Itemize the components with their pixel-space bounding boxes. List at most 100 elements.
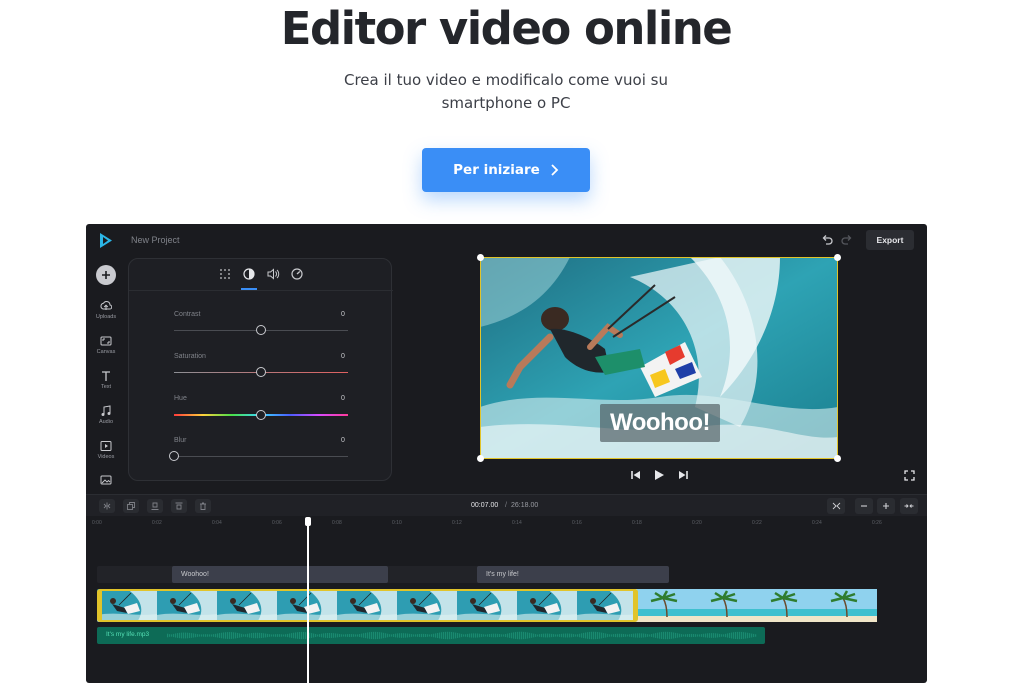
subtitle-line-1: Crea il tuo video e modificalo come vuoi… [343, 71, 668, 89]
contrast-slider-knob[interactable] [256, 325, 266, 335]
saturation-slider-knob[interactable] [256, 367, 266, 377]
time-separator: / [505, 502, 507, 509]
tab-color-adjust[interactable] [242, 267, 256, 281]
ruler-tick-label: 0:14 [512, 520, 522, 526]
timeline-ruler[interactable]: 0:00 0:02 0:04 0:06 0:08 0:10 0:12 0:14 0:16 0:18… [86, 516, 927, 530]
grid-icon [220, 269, 230, 279]
project-name[interactable]: New Project [131, 235, 180, 245]
ruler-tick-label: 0:06 [272, 520, 282, 526]
selected-video-clip[interactable] [97, 589, 638, 622]
zoom-out-button[interactable] [855, 498, 873, 514]
speed-icon [291, 268, 303, 280]
image-icon [100, 475, 112, 485]
ruler-tick-label: 0:08 [332, 520, 342, 526]
resize-handle-bottom-left[interactable] [477, 455, 484, 462]
adjust-panel: Contrast 0 Saturation 0 Hue 0 Blur 0 [128, 258, 393, 481]
ruler-tick-label: 0:00 [92, 520, 102, 526]
video-editor-preview: New Project Export Uploads Canvas Text A… [86, 224, 927, 683]
minus-icon [861, 505, 867, 507]
sidebar-item-label: Uploads [95, 314, 117, 320]
page-title: Editor video online [280, 2, 733, 55]
resize-handle-bottom-right[interactable] [834, 455, 841, 462]
preview-caption[interactable]: Woohoo! [600, 404, 720, 442]
hue-value: 0 [341, 395, 345, 402]
ruler-tick-label: 0:10 [392, 520, 402, 526]
contrast-value: 0 [341, 311, 345, 318]
collapse-icon [904, 504, 914, 508]
panel-tabs [129, 259, 393, 291]
chevron-right-icon [551, 164, 559, 176]
blur-slider[interactable] [174, 456, 348, 457]
fit-timeline-button[interactable] [827, 498, 845, 514]
get-started-label: Per iniziare [453, 162, 540, 178]
tab-speed[interactable] [290, 267, 304, 281]
collapse-timeline-button[interactable] [900, 498, 918, 514]
skip-back-icon[interactable] [630, 469, 642, 481]
video-icon [100, 441, 112, 451]
playhead-handle[interactable] [305, 517, 311, 526]
resize-handle-top-right[interactable] [834, 254, 841, 261]
resize-handle-top-left[interactable] [477, 254, 484, 261]
timeline-toolbar: 00:07.00 / 26:18.00 [86, 494, 927, 516]
active-tab-indicator [241, 288, 257, 290]
playhead[interactable] [307, 517, 309, 683]
play-icon[interactable] [653, 469, 665, 481]
redo-icon[interactable] [841, 234, 853, 246]
plus-icon [883, 503, 889, 509]
ruler-tick-label: 0:16 [572, 520, 582, 526]
ruler-tick-label: 0:22 [752, 520, 762, 526]
tab-grid[interactable] [218, 267, 232, 281]
audio-waveform [167, 631, 757, 640]
layer-icon [175, 502, 183, 510]
app-logo-icon [100, 233, 112, 248]
ruler-tick-label: 0:26 [872, 520, 882, 526]
tab-volume[interactable] [266, 267, 280, 281]
skip-forward-icon[interactable] [677, 469, 689, 481]
contrast-icon [243, 268, 255, 280]
duplicate-button[interactable] [123, 499, 139, 513]
beach-thumbnail [697, 589, 757, 622]
editor-topbar: New Project Export [86, 224, 927, 256]
split-icon [103, 502, 111, 510]
text-clip-woohoo[interactable]: Woohoo! [172, 566, 388, 583]
undo-icon[interactable] [821, 234, 833, 246]
blur-slider-knob[interactable] [169, 451, 179, 461]
layer-button[interactable] [171, 499, 187, 513]
ruler-tick-label: 0:04 [212, 520, 222, 526]
text-icon [102, 371, 110, 381]
fullscreen-icon[interactable] [904, 470, 915, 481]
audio-clip-name: It's my life.mp3 [106, 631, 150, 638]
hue-slider-knob[interactable] [256, 410, 266, 420]
duplicate-icon [127, 502, 135, 510]
sidebar-item-label: Canvas [96, 349, 116, 355]
text-clip-its-my-life[interactable]: It's my life! [477, 566, 669, 583]
trash-icon [200, 502, 206, 510]
sidebar-item-images[interactable] [86, 474, 126, 486]
delete-button[interactable] [195, 499, 211, 513]
ruler-tick-label: 0:20 [692, 520, 702, 526]
blur-value: 0 [341, 437, 345, 444]
sidebar-item-audio[interactable]: Audio [86, 405, 126, 425]
align-button[interactable] [147, 499, 163, 513]
canvas-icon [100, 336, 112, 346]
sidebar-item-videos[interactable]: Videos [86, 440, 126, 460]
contrast-label: Contrast [174, 311, 201, 318]
editor-sidebar: Uploads Canvas Text Audio Videos [86, 260, 126, 490]
video-track[interactable] [97, 589, 881, 622]
hue-label: Hue [174, 395, 187, 402]
zoom-in-button[interactable] [877, 498, 895, 514]
saturation-value: 0 [341, 353, 345, 360]
align-icon [151, 502, 159, 510]
get-started-button[interactable]: Per iniziare [422, 148, 590, 192]
sidebar-item-canvas[interactable]: Canvas [86, 335, 126, 355]
export-button[interactable]: Export [866, 230, 914, 250]
sidebar-item-uploads[interactable]: Uploads [86, 300, 126, 320]
subtitle-line-2: smartphone o PC [441, 94, 571, 112]
split-button[interactable] [99, 499, 115, 513]
sidebar-item-text[interactable]: Text [86, 370, 126, 390]
ruler-tick-label: 0:18 [632, 520, 642, 526]
beach-thumbnail [757, 589, 817, 622]
plus-icon [102, 271, 110, 279]
add-media-button[interactable] [96, 265, 116, 285]
audio-track[interactable]: It's my life.mp3 [97, 627, 765, 644]
